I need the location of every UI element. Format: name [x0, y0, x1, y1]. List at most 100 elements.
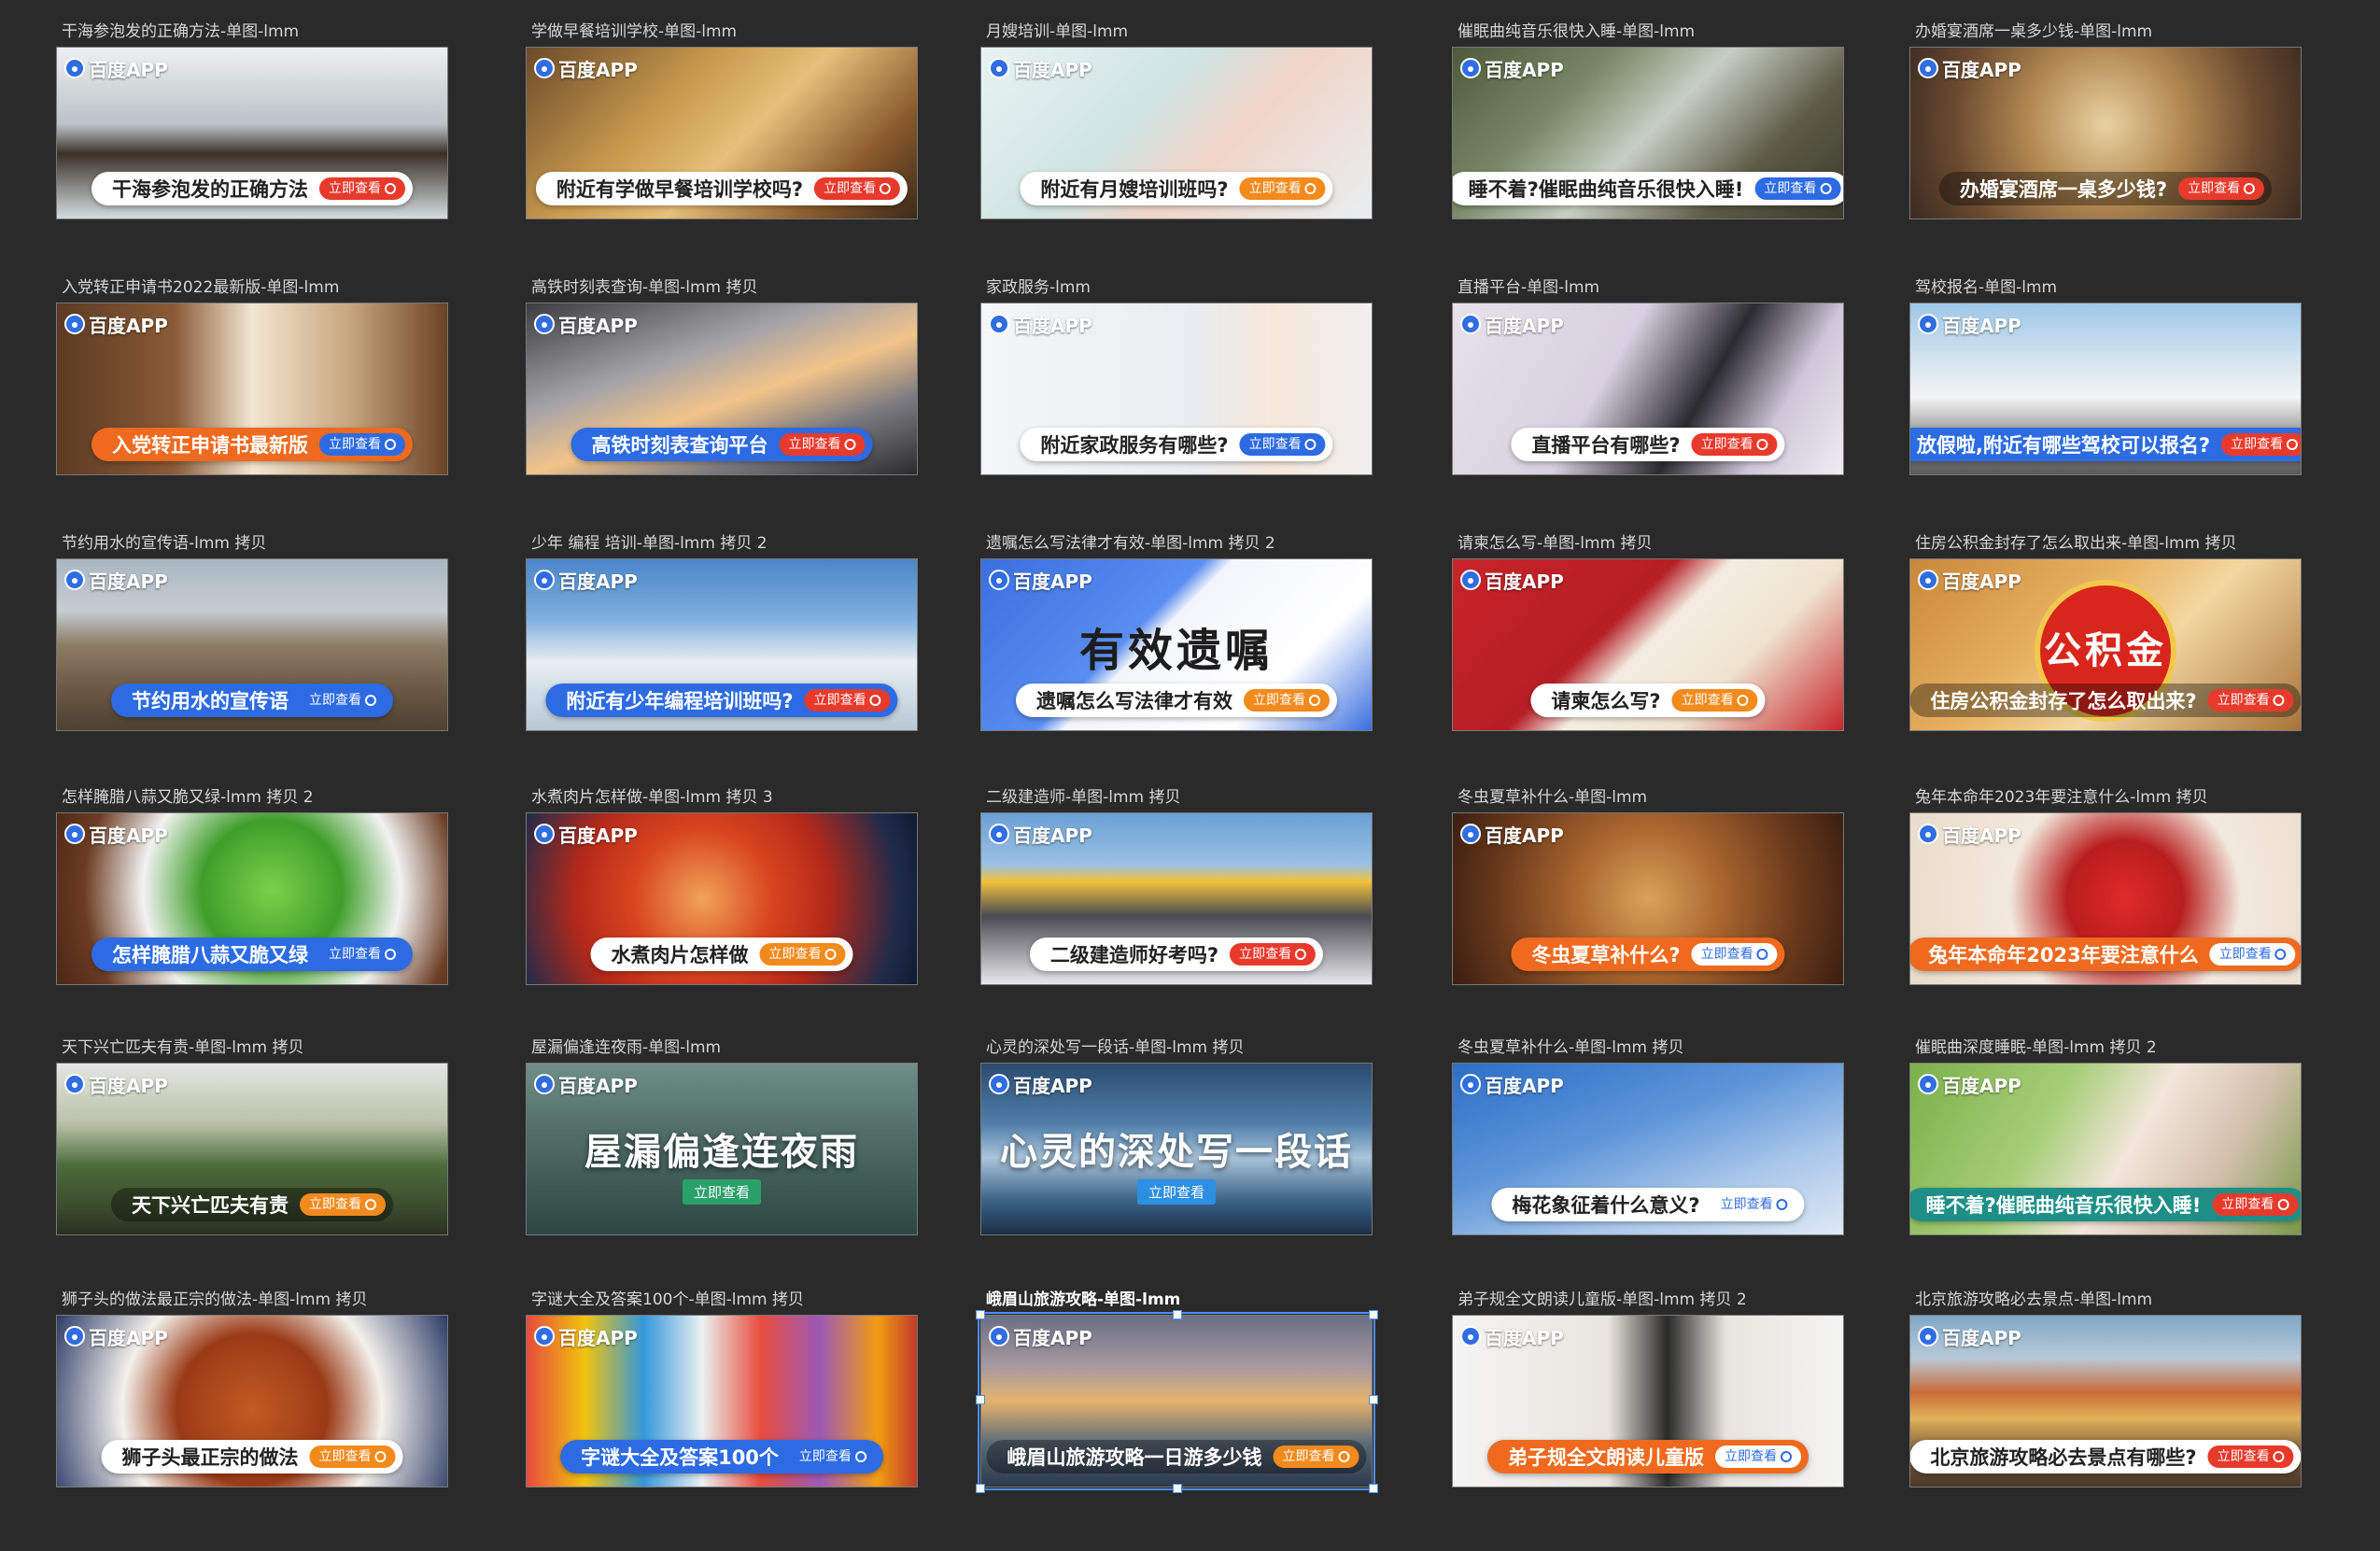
ad-frame-28[interactable]: 峨眉山旅游攻略-单图-lmm 百度APP 峨眉山旅游攻略一日游多少钱 立即查看	[976, 1289, 1378, 1493]
view-now-button[interactable]: 立即查看	[2207, 1445, 2294, 1468]
ad-creative[interactable]: 百度APP 放假啦,附近有哪些驾校可以报名? 立即查看	[1909, 303, 2302, 475]
ad-frame-17[interactable]: 水煮肉片怎样做-单图-lmm 拷贝 3 百度APP 水煮肉片怎样做 立即查看	[526, 786, 918, 985]
ad-creative[interactable]: 百度APP 入党转正申请书最新版 立即查看	[56, 303, 448, 475]
view-now-button[interactable]: 立即查看	[2209, 943, 2296, 966]
resize-handle[interactable]	[1369, 1395, 1378, 1404]
frame-label[interactable]: 北京旅游攻略必去景点-单图-lmm	[1915, 1289, 2152, 1311]
ad-creative[interactable]: 百度APP 直播平台有哪些? 立即查看	[1452, 303, 1844, 475]
ad-creative[interactable]: 百度APP 有效遗嘱 遗嘱怎么写法律才有效 立即查看	[980, 558, 1373, 731]
view-now-button[interactable]: 立即查看	[2212, 1193, 2299, 1216]
ad-creative[interactable]: 百度APP 节约用水的宣传语 立即查看	[56, 558, 448, 731]
frame-label[interactable]: 请柬怎么写-单图-lmm 拷贝	[1458, 532, 1653, 555]
frame-label[interactable]: 住房公积金封存了怎么取出来-单图-lmm 拷贝	[1915, 532, 2237, 555]
ad-creative[interactable]: 百度APP 峨眉山旅游攻略一日游多少钱 立即查看	[978, 1312, 1375, 1490]
ad-frame-29[interactable]: 弟子规全文朗读儿童版-单图-lmm 拷贝 2 百度APP 弟子规全文朗读儿童版 立即查…	[1452, 1289, 1844, 1488]
ad-creative[interactable]: 百度APP 办婚宴酒席一桌多少钱? 立即查看	[1909, 47, 2302, 219]
frame-label[interactable]: 直播平台-单图-lmm	[1458, 276, 1599, 299]
frame-label[interactable]: 节约用水的宣传语-lmm 拷贝	[62, 532, 266, 555]
ad-frame-30[interactable]: 北京旅游攻略必去景点-单图-lmm 百度APP 北京旅游攻略必去景点有哪些? 立即查看	[1909, 1289, 2302, 1488]
ad-creative[interactable]: 百度APP 附近有学做早餐培训学校吗? 立即查看	[526, 47, 918, 219]
ad-creative[interactable]: 百度APP 弟子规全文朗读儿童版 立即查看	[1452, 1315, 1844, 1488]
frame-label[interactable]: 催眠曲纯音乐很快入睡-单图-lmm	[1458, 21, 1695, 43]
ad-creative[interactable]: 百度APP 高铁时刻表查询平台 立即查看	[526, 303, 918, 475]
ad-frame-12[interactable]: 少年 编程 培训-单图-lmm 拷贝 2 百度APP 附近有少年编程培训班吗? 立即查…	[526, 532, 918, 731]
ad-frame-4[interactable]: 催眠曲纯音乐很快入睡-单图-lmm 百度APP 睡不着?催眠曲纯音乐很快入睡! 立即查…	[1452, 21, 1844, 219]
view-now-button[interactable]: 立即查看	[1754, 177, 1841, 200]
ad-frame-20[interactable]: 兔年本命年2023年要注意什么-lmm 拷贝 百度APP 兔年本命年2023年要注意…	[1909, 786, 2302, 985]
frame-label[interactable]: 学做早餐培训学校-单图-lmm	[531, 21, 737, 43]
view-now-button[interactable]: 立即查看	[2207, 689, 2294, 712]
frame-label[interactable]: 入党转正申请书2022最新版-单图-lmm	[62, 276, 339, 299]
ad-creative[interactable]: 百度APP 冬虫夏草补什么? 立即查看	[1452, 812, 1844, 985]
view-now-button[interactable]: 立即查看	[319, 433, 405, 456]
view-now-button[interactable]: 立即查看	[309, 1445, 396, 1468]
view-now-button[interactable]: 立即查看	[789, 1445, 876, 1468]
view-now-button[interactable]: 立即查看	[1671, 689, 1758, 712]
resize-handle[interactable]	[1173, 1484, 1182, 1493]
ad-creative[interactable]: 百度APP 睡不着?催眠曲纯音乐很快入睡! 立即查看	[1452, 47, 1844, 219]
resize-handle[interactable]	[1173, 1310, 1182, 1319]
view-now-button[interactable]: 立即查看	[2178, 177, 2265, 200]
view-now-button[interactable]: 立即查看	[1691, 433, 1778, 456]
ad-frame-6[interactable]: 入党转正申请书2022最新版-单图-lmm 百度APP 入党转正申请书最新版 立即查看	[56, 276, 448, 475]
frame-label[interactable]: 心灵的深处写一段话-单图-lmm 拷贝	[986, 1036, 1245, 1059]
ad-frame-8[interactable]: 家政服务-lmm 百度APP 附近家政服务有哪些? 立即查看	[980, 276, 1373, 475]
ad-frame-23[interactable]: 心灵的深处写一段话-单图-lmm 拷贝百度APP 心灵的深处写一段话 立即查看	[980, 1036, 1373, 1235]
ad-frame-21[interactable]: 天下兴亡匹夫有责-单图-lmm 拷贝百度APP 天下兴亡匹夫有责 立即查看	[56, 1036, 448, 1235]
ad-frame-25[interactable]: 催眠曲深度睡眠-单图-lmm 拷贝 2 百度APP 睡不着?催眠曲纯音乐很快入睡! 立…	[1909, 1036, 2302, 1235]
view-now-button[interactable]: 立即查看	[682, 1179, 762, 1205]
view-now-button[interactable]: 立即查看	[1230, 943, 1317, 966]
ad-frame-19[interactable]: 冬虫夏草补什么-单图-lmm 百度APP 冬虫夏草补什么? 立即查看	[1452, 786, 1844, 985]
ad-creative[interactable]: 百度APP 天下兴亡匹夫有责 立即查看	[56, 1063, 448, 1235]
ad-creative[interactable]: 百度APP 请柬怎么写? 立即查看	[1452, 558, 1844, 731]
view-now-button[interactable]: 立即查看	[1136, 1179, 1217, 1205]
view-now-button[interactable]: 立即查看	[1239, 177, 1326, 200]
ad-frame-22[interactable]: 屋漏偏逢连夜雨-单图-lmm 百度APP 屋漏偏逢连夜雨 立即查看	[526, 1036, 918, 1235]
frame-label[interactable]: 少年 编程 培训-单图-lmm 拷贝 2	[531, 532, 768, 555]
ad-frame-16[interactable]: 怎样腌腊八蒜又脆又绿-lmm 拷贝 2 百度APP 怎样腌腊八蒜又脆又绿 立即查看	[56, 786, 448, 985]
ad-creative[interactable]: 百度APP 心灵的深处写一段话 立即查看	[980, 1063, 1373, 1235]
frame-label[interactable]: 冬虫夏草补什么-单图-lmm	[1458, 786, 1647, 809]
view-now-button[interactable]: 立即查看	[2221, 433, 2301, 456]
view-now-button[interactable]: 立即查看	[319, 177, 405, 200]
ad-creative[interactable]: 百度APP 干海参泡发的正确方法 立即查看	[56, 47, 448, 219]
view-now-button[interactable]: 立即查看	[779, 433, 866, 456]
ad-frame-26[interactable]: 狮子头的做法最正宗的做法-单图-lmm 拷贝 百度APP 狮子头最正宗的做法 立即查看	[56, 1289, 448, 1488]
frame-label[interactable]: 催眠曲深度睡眠-单图-lmm 拷贝 2	[1915, 1036, 2157, 1059]
frame-label[interactable]: 峨眉山旅游攻略-单图-lmm	[986, 1289, 1180, 1311]
view-now-button[interactable]: 立即查看	[1239, 433, 1326, 456]
frame-label[interactable]: 天下兴亡匹夫有责-单图-lmm 拷贝	[62, 1036, 304, 1059]
ad-creative[interactable]: 百度APP 二级建造师好考吗? 立即查看	[980, 812, 1373, 985]
frame-label[interactable]: 水煮肉片怎样做-单图-lmm 拷贝 3	[531, 786, 773, 809]
ad-frame-10[interactable]: 驾校报名-单图-lmm 百度APP 放假啦,附近有哪些驾校可以报名? 立即查看	[1909, 276, 2302, 475]
ad-frame-2[interactable]: 学做早餐培训学校-单图-lmm 百度APP 附近有学做早餐培训学校吗? 立即查看	[526, 21, 918, 219]
ad-frame-7[interactable]: 高铁时刻表查询-单图-lmm 拷贝 百度APP 高铁时刻表查询平台 立即查看	[526, 276, 918, 475]
ad-creative[interactable]: 百度APP 水煮肉片怎样做 立即查看	[526, 812, 918, 985]
view-now-button[interactable]: 立即查看	[804, 689, 891, 712]
resize-handle[interactable]	[976, 1395, 985, 1404]
ad-frame-9[interactable]: 直播平台-单图-lmm 百度APP 直播平台有哪些? 立即查看	[1452, 276, 1844, 475]
resize-handle[interactable]	[976, 1310, 985, 1319]
view-now-button[interactable]: 立即查看	[814, 177, 901, 200]
view-now-button[interactable]: 立即查看	[1691, 943, 1778, 966]
frame-label[interactable]: 怎样腌腊八蒜又脆又绿-lmm 拷贝 2	[62, 786, 314, 809]
frame-label[interactable]: 驾校报名-单图-lmm	[1915, 276, 2057, 299]
ad-creative[interactable]: 百度APP 北京旅游攻略必去景点有哪些? 立即查看	[1909, 1315, 2302, 1488]
frame-label[interactable]: 干海参泡发的正确方法-单图-lmm	[62, 21, 299, 43]
ad-frame-5[interactable]: 办婚宴酒席一桌多少钱-单图-lmm 百度APP 办婚宴酒席一桌多少钱? 立即查看	[1909, 21, 2302, 219]
ad-frame-14[interactable]: 请柬怎么写-单图-lmm 拷贝百度APP 请柬怎么写? 立即查看	[1452, 532, 1844, 731]
view-now-button[interactable]: 立即查看	[1244, 689, 1330, 712]
resize-handle[interactable]	[1369, 1310, 1378, 1319]
ad-frame-3[interactable]: 月嫂培训-单图-lmm 百度APP 附近有月嫂培训班吗? 立即查看	[980, 21, 1373, 219]
ad-frame-11[interactable]: 节约用水的宣传语-lmm 拷贝百度APP 节约用水的宣传语 立即查看	[56, 532, 448, 731]
view-now-button[interactable]: 立即查看	[1273, 1445, 1359, 1468]
ad-creative[interactable]: 百度APP 怎样腌腊八蒜又脆又绿 立即查看	[56, 812, 448, 985]
ad-frame-24[interactable]: 冬虫夏草补什么-单图-lmm 拷贝 百度APP 梅花象征着什么意义? 立即查看	[1452, 1036, 1844, 1235]
ad-creative[interactable]: 百度APP 附近有少年编程培训班吗? 立即查看	[526, 558, 918, 731]
ad-creative[interactable]: 百度APP 梅花象征着什么意义? 立即查看	[1452, 1063, 1844, 1235]
ad-creative[interactable]: 百度APP 屋漏偏逢连夜雨 立即查看	[526, 1063, 918, 1235]
frame-label[interactable]: 家政服务-lmm	[986, 276, 1091, 299]
resize-handle[interactable]	[1369, 1484, 1378, 1493]
frame-label[interactable]: 办婚宴酒席一桌多少钱-单图-lmm	[1915, 21, 2152, 43]
ad-frame-13[interactable]: 遗嘱怎么写法律才有效-单图-lmm 拷贝 2 百度APP 有效遗嘱 遗嘱怎么写法律才有…	[980, 532, 1373, 731]
